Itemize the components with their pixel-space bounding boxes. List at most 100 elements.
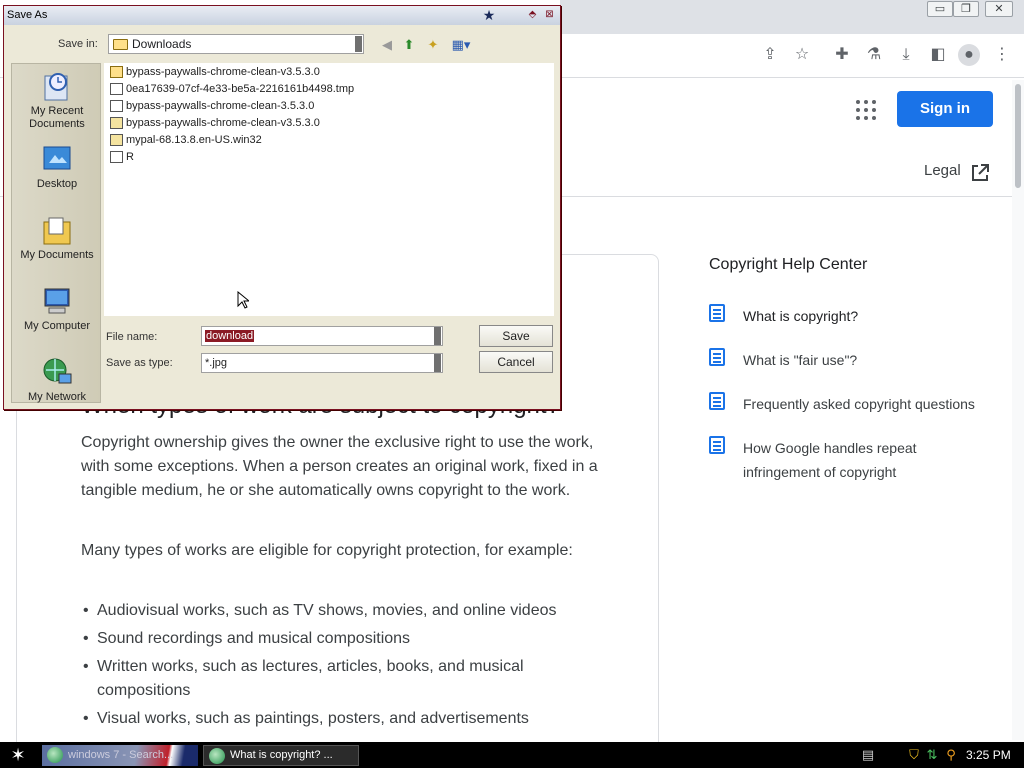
save-in-value: Downloads: [132, 37, 192, 51]
folder-icon: [113, 39, 128, 50]
shield-icon[interactable]: ⛉: [906, 747, 922, 763]
save-as-dialog: Save As ★ ⬘ ⊠ Save in: Downloads ◀ ⬆ ✦ ▦…: [3, 5, 561, 410]
list-item: • Visual works, such as paintings, poster…: [83, 707, 563, 731]
file-name: bypass-paywalls-chrome-clean-3.5.3.0: [126, 100, 315, 112]
star-icon: ★: [482, 7, 496, 23]
back-icon[interactable]: ◀: [378, 36, 396, 53]
taskbar-item-label: What is copyright? ...: [230, 749, 333, 761]
new-folder-icon[interactable]: ✦: [424, 36, 442, 53]
close-window-button[interactable]: ✕: [985, 1, 1013, 17]
list-item: • Written works, such as lectures, articl…: [83, 655, 563, 703]
list-item: • Audiovisual works, such as TV shows, mo…: [83, 599, 563, 623]
place-my-documents[interactable]: My Documents: [12, 214, 102, 262]
places-bar: My Recent Documents Desktop My Documents…: [11, 63, 101, 403]
mouse-cursor-icon: [237, 291, 249, 309]
sidebar-item-fair-use[interactable]: What is "fair use"?: [743, 348, 993, 372]
cancel-button[interactable]: Cancel: [479, 351, 553, 373]
sidebar-item-repeat-infringement[interactable]: How Google handles repeat infringement o…: [743, 436, 983, 484]
save-as-type-label: Save as type:: [106, 357, 173, 369]
article-paragraph: Copyright ownership gives the owner the …: [81, 434, 598, 499]
save-as-type-select[interactable]: *.jpg: [201, 353, 443, 373]
save-button[interactable]: Save: [479, 325, 553, 347]
list-item[interactable]: bypass-paywalls-chrome-clean-v3.5.3.0: [108, 115, 320, 131]
apps-grid-icon[interactable]: [855, 99, 877, 121]
help-icon[interactable]: ⬘: [525, 8, 540, 22]
article-icon: [709, 304, 725, 322]
list-item[interactable]: 0ea17639-07cf-4e33-be5a-2216161b4498.tmp: [108, 81, 354, 97]
list-item[interactable]: R: [108, 149, 134, 165]
chevron-down-icon[interactable]: [434, 354, 441, 372]
place-desktop[interactable]: Desktop: [12, 143, 102, 191]
file-name: R: [126, 151, 134, 163]
download-icon[interactable]: ⤓: [894, 44, 918, 66]
zip-icon: [110, 117, 123, 129]
save-as-type-value: *.jpg: [205, 357, 228, 369]
place-recent[interactable]: My Recent Documents: [12, 70, 102, 131]
share-icon[interactable]: ⇪: [758, 44, 782, 66]
sidebar-item-copyright[interactable]: What is copyright?: [743, 304, 993, 328]
scrollbar-thumb[interactable]: [1015, 84, 1021, 188]
list-item-text: Sound recordings and musical composition…: [97, 630, 411, 647]
folder-icon: [110, 66, 123, 78]
view-menu-icon[interactable]: ▦▾: [448, 36, 474, 53]
sidepanel-icon[interactable]: ◧: [926, 44, 950, 66]
save-in-dropdown[interactable]: Downloads: [108, 34, 364, 54]
file-name-value: download: [205, 330, 255, 342]
browser-icon: [47, 747, 63, 763]
place-label: My Network: [27, 391, 87, 403]
list-item: • Sound recordings and musical compositio…: [83, 627, 563, 651]
list-item-text: Audiovisual works, such as TV shows, mov…: [97, 602, 557, 619]
article-icon: [709, 436, 725, 454]
taskbar-item-search[interactable]: windows 7 - Search...: [42, 745, 198, 766]
place-my-computer[interactable]: My Computer: [12, 285, 102, 333]
flask-icon[interactable]: ⚗: [862, 44, 886, 66]
chevron-down-icon[interactable]: [434, 327, 441, 345]
list-item[interactable]: bypass-paywalls-chrome-clean-v3.5.3.0: [108, 64, 320, 80]
sign-in-button[interactable]: Sign in: [897, 91, 993, 127]
keyboard-icon[interactable]: ▤: [860, 747, 876, 763]
my-computer-icon: [44, 288, 70, 314]
list-item[interactable]: mypal-68.13.8.en-US.win32: [108, 132, 262, 148]
legal-link[interactable]: Legal: [924, 162, 961, 179]
save-in-label: Save in:: [58, 38, 98, 50]
image-file-icon: [110, 151, 123, 163]
file-name: bypass-paywalls-chrome-clean-v3.5.3.0: [126, 66, 320, 78]
place-my-network[interactable]: My Network: [12, 356, 102, 404]
profile-icon[interactable]: ●: [958, 44, 980, 66]
taskbar-item-copyright[interactable]: What is copyright? ...: [203, 745, 359, 766]
place-label: My Documents: [20, 249, 94, 261]
open-external-icon[interactable]: [970, 163, 992, 183]
network-icon[interactable]: ⇅: [924, 747, 940, 763]
list-item-text: Visual works, such as paintings, posters…: [97, 710, 529, 727]
help-center-title: Copyright Help Center: [709, 256, 868, 273]
search-icon[interactable]: ⚲: [943, 747, 959, 763]
extensions-icon[interactable]: ✚: [830, 44, 854, 66]
close-icon[interactable]: ⊠: [542, 8, 557, 22]
list-item[interactable]: bypass-paywalls-chrome-clean-3.5.3.0: [108, 98, 314, 114]
chevron-down-icon[interactable]: [355, 36, 362, 52]
file-name-label: File name:: [106, 331, 158, 343]
dialog-title[interactable]: Save As: [4, 6, 560, 25]
my-documents-icon: [43, 217, 71, 245]
menu-icon[interactable]: ⋮: [990, 44, 1014, 66]
taskbar-clock[interactable]: 3:25 PM: [966, 745, 1011, 766]
file-name-input[interactable]: download: [201, 326, 443, 346]
article-icon: [709, 392, 725, 410]
start-star-icon[interactable]: ✶: [6, 744, 30, 766]
restore-button[interactable]: ❐: [953, 1, 979, 17]
file-list[interactable]: bypass-paywalls-chrome-clean-v3.5.3.0 0e…: [104, 63, 554, 316]
file-name: bypass-paywalls-chrome-clean-v3.5.3.0: [126, 117, 320, 129]
article-icon: [709, 348, 725, 366]
up-folder-icon[interactable]: ⬆: [400, 36, 418, 53]
file-icon: [110, 83, 123, 95]
place-label: Desktop: [36, 178, 78, 190]
star-icon[interactable]: ☆: [790, 44, 814, 66]
place-label: My Recent Documents: [29, 105, 85, 130]
sidebar-item-faq[interactable]: Frequently asked copyright questions: [743, 392, 993, 416]
file-name: 0ea17639-07cf-4e33-be5a-2216161b4498.tmp: [126, 83, 355, 95]
zip-icon: [110, 134, 123, 146]
my-network-icon: [43, 358, 72, 384]
minimize-button[interactable]: ▭: [927, 1, 953, 17]
file-icon: [110, 100, 123, 112]
place-label: My Computer: [23, 320, 91, 332]
